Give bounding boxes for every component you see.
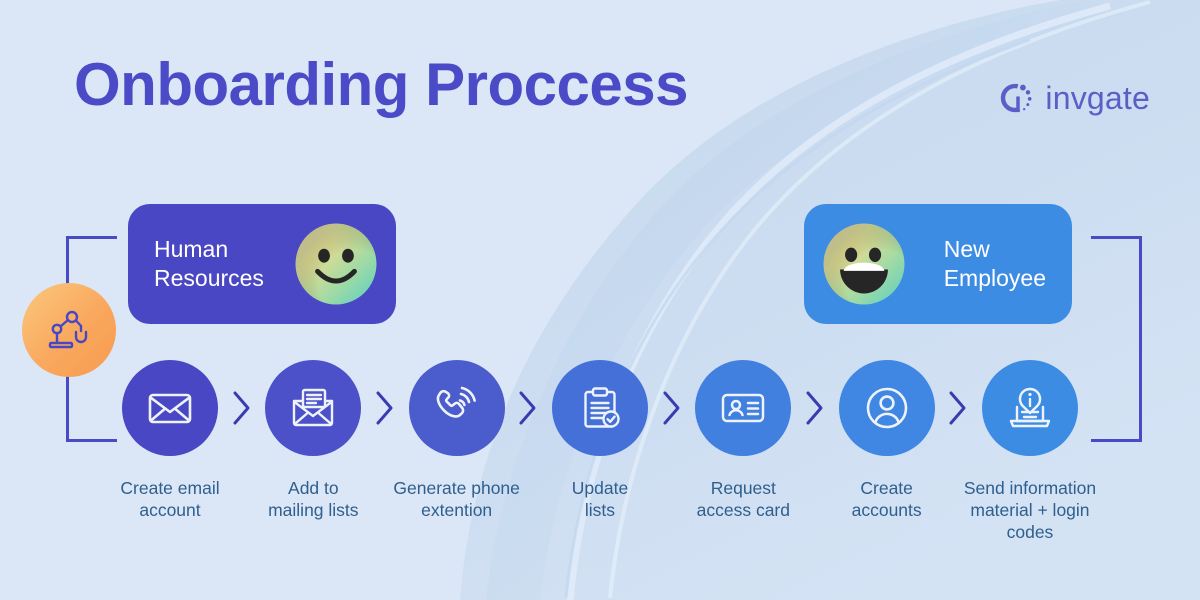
step-2-circle[interactable] [265, 360, 362, 456]
invgate-circle-dots-logo-icon [1001, 83, 1032, 113]
envelope-icon [148, 393, 192, 424]
chevron-right-icon-3 [505, 360, 552, 456]
chevron-right-icon-1 [218, 360, 265, 456]
automation-badge[interactable] [22, 283, 116, 377]
step-3-label: Generate phone extention [393, 478, 520, 520]
robotic-arm-icon [48, 310, 88, 349]
laptop-info-icon [1009, 387, 1051, 428]
step-7-circle[interactable] [981, 360, 1078, 456]
step-add-to-mailing-lists[interactable]: Add to mailing lists [265, 360, 362, 522]
role-label-human-resources: Human Resources [154, 236, 264, 291]
process-steps-row: Create email account Add to mailing list… [120, 360, 1096, 544]
step-3-circle[interactable] [408, 360, 505, 456]
step-4-circle[interactable] [551, 360, 648, 456]
step-2-label: Add to mailing lists [268, 478, 359, 520]
step-1-label: Create email account [120, 478, 220, 520]
step-create-accounts[interactable]: Create accounts [838, 360, 935, 522]
chevron-right-icon-5 [791, 360, 838, 456]
chevron-right-icon-2 [361, 360, 408, 456]
user-circle-icon [866, 387, 907, 429]
page-title: Onboarding Proccess [74, 51, 689, 118]
chevron-right-icon-6 [935, 360, 982, 456]
invgate-logo-text: invgate [1045, 79, 1150, 116]
role-card-human-resources[interactable]: Human Resources [128, 204, 396, 324]
step-generate-phone-extention[interactable]: Generate phone extention [393, 360, 520, 522]
chevron-right-icon-4 [648, 360, 695, 456]
grinning-face-icon [823, 223, 905, 305]
step-4-label: Update lists [571, 478, 629, 520]
phone-ringing-icon [436, 386, 476, 418]
step-6-label: Create accounts [851, 478, 922, 520]
step-send-information-material[interactable]: Send information material + login codes [964, 360, 1096, 544]
id-card-icon [722, 393, 765, 423]
step-create-email-account[interactable]: Create email account [120, 360, 220, 522]
step-7-label: Send information material + login codes [963, 478, 1097, 542]
right-bracket [1091, 236, 1142, 442]
onboarding-process-infographic: Onboarding Proccess invgate Human Resour… [0, 0, 1200, 600]
role-card-new-employee[interactable]: New Employee [804, 204, 1072, 324]
step-6-circle[interactable] [838, 360, 935, 456]
step-5-circle[interactable] [695, 360, 792, 456]
step-update-lists[interactable]: Update lists [551, 360, 648, 522]
invgate-logo[interactable]: invgate [995, 78, 1150, 118]
clipboard-check-icon [584, 387, 620, 428]
step-request-access-card[interactable]: Request access card [695, 360, 792, 522]
smiley-face-icon [295, 223, 377, 305]
role-label-new-employee: New Employee [943, 236, 1046, 291]
step-1-circle[interactable] [122, 360, 218, 456]
step-5-label: Request access card [696, 478, 790, 520]
open-envelope-icon [293, 388, 334, 427]
